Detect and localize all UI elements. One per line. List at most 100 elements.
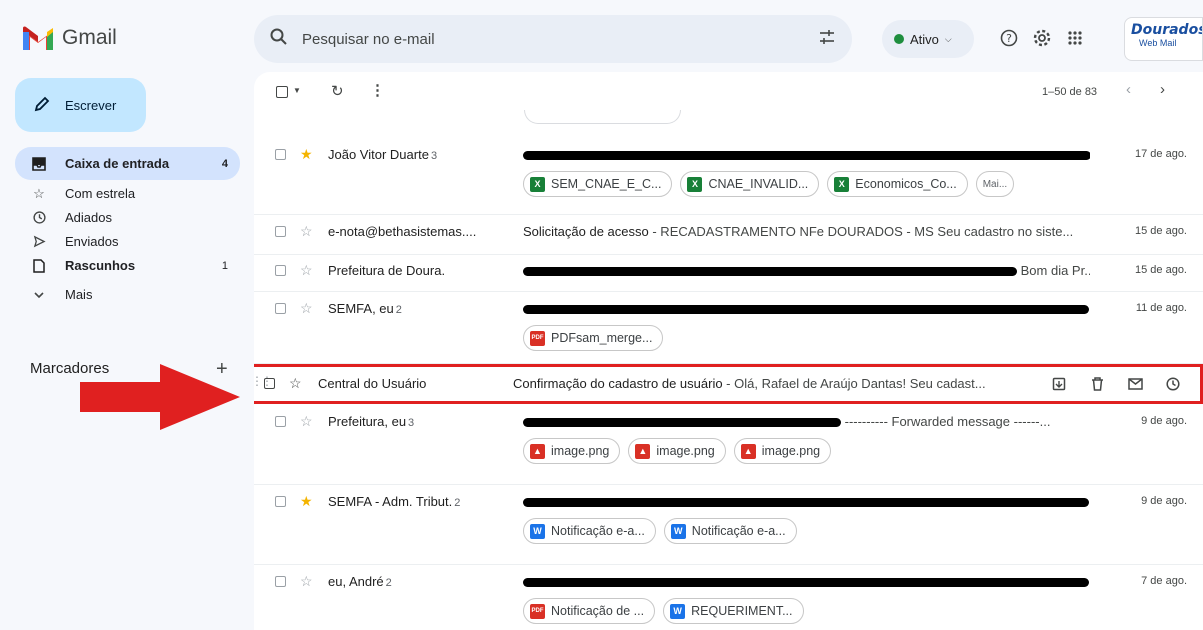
- row-checkbox[interactable]: [264, 378, 275, 389]
- snooze-clock-icon[interactable]: [1164, 375, 1182, 393]
- row-checkbox[interactable]: [275, 303, 286, 314]
- star-icon: ☆: [33, 185, 45, 201]
- email-subject: Confirmação do cadastro de usuário - Olá…: [513, 376, 986, 391]
- attachment-chip[interactable]: ▲ image.png: [523, 438, 621, 464]
- email-subject: [523, 147, 1090, 162]
- clock-icon: [31, 211, 47, 224]
- email-date: 7 de ago.: [1141, 575, 1187, 587]
- account-brand-logo[interactable]: Dourados Web Mail: [1124, 17, 1203, 61]
- search-options-icon[interactable]: [818, 28, 836, 51]
- apps-grid-icon[interactable]: [1062, 25, 1088, 51]
- row-checkbox[interactable]: [275, 149, 286, 160]
- gmail-logo[interactable]: Gmail: [22, 26, 117, 50]
- email-sender: SEMFA - Adm. Tribut. 2: [328, 494, 461, 509]
- search-icon[interactable]: [270, 28, 288, 51]
- attachment-chip[interactable]: W REQUERIMENT...: [663, 598, 804, 624]
- brand-subtitle: Web Mail: [1139, 38, 1177, 48]
- mark-unread-icon[interactable]: [1126, 375, 1144, 393]
- attachment-chip[interactable]: PDF PDFsam_merge...: [523, 325, 664, 351]
- more-vert-icon[interactable]: ⋮: [370, 81, 385, 99]
- select-all-checkbox[interactable]: [276, 86, 288, 98]
- email-subject: Solicitação de acesso - RECADASTRAMENTO …: [523, 224, 1074, 239]
- settings-gear-icon[interactable]: [1029, 25, 1055, 51]
- brand-title: Dourados: [1131, 22, 1203, 38]
- attachment-chip[interactable]: ▲ image.png: [733, 438, 832, 464]
- row-checkbox[interactable]: [275, 496, 286, 507]
- list-toolbar: ▼ ↻ ⋮ 1–50 de 83 ‹ ›: [254, 72, 1203, 112]
- attachment-chip[interactable]: W Notificação e-a...: [523, 518, 656, 544]
- image-file-icon: ▲: [740, 443, 756, 459]
- search-bar[interactable]: Pesquisar no e-mail: [254, 15, 852, 63]
- star-icon[interactable]: ☆: [300, 300, 313, 317]
- draft-icon: [31, 258, 47, 273]
- star-icon[interactable]: ☆: [300, 262, 313, 279]
- row-checkbox[interactable]: [275, 226, 286, 237]
- next-page-icon[interactable]: ›: [1160, 81, 1165, 98]
- word-file-icon: W: [670, 523, 686, 539]
- email-row-highlighted[interactable]: ⋮⋮ ☆ Central do Usuário Confirmação do c…: [254, 364, 1203, 404]
- attachment-chips: ▲ image.png ▲ image.png ▲ image.png: [523, 438, 832, 464]
- attachment-chip[interactable]: X SEM_CNAE_E_C...: [523, 171, 673, 197]
- row-hover-actions: [1050, 375, 1182, 393]
- email-row[interactable]: ☆ eu, André 2 7 de ago. PDF Notificação de…: [254, 567, 1203, 630]
- refresh-icon[interactable]: ↻: [331, 82, 344, 100]
- annotation-arrow-icon: [80, 364, 240, 435]
- select-caret-icon[interactable]: ▼: [293, 86, 301, 95]
- attachment-chip[interactable]: X CNAE_INVALID...: [680, 171, 820, 197]
- email-sender: Prefeitura de Doura.: [328, 263, 446, 278]
- email-sender: SEMFA, eu 2: [328, 301, 402, 316]
- star-icon[interactable]: ★: [300, 146, 313, 163]
- star-icon[interactable]: ☆: [300, 413, 313, 430]
- excel-file-icon: X: [834, 176, 850, 192]
- email-date: 15 de ago.: [1135, 264, 1187, 276]
- email-row[interactable]: ☆ SEMFA, eu 2 11 de ago. PDF PDFsam_merge.…: [254, 294, 1203, 364]
- email-sender: eu, André 2: [328, 574, 392, 589]
- star-icon[interactable]: ☆: [300, 223, 313, 240]
- email-row[interactable]: ☆ e-nota@bethasistemas.... Solicitação d…: [254, 217, 1203, 255]
- attachment-chip[interactable]: W Notificação e-a...: [663, 518, 797, 544]
- email-row[interactable]: ☆ Prefeitura, eu 3 ---------- Forwarded m…: [254, 407, 1203, 485]
- sidebar-item-label: Com estrela: [65, 186, 136, 201]
- search-input[interactable]: Pesquisar no e-mail: [302, 31, 818, 48]
- email-row[interactable]: ★ João Vitor Duarte 3 17 de ago. X SEM_CNA…: [254, 140, 1203, 215]
- email-subject: ---------- Forwarded message ------...: [523, 414, 1090, 429]
- attachment-chip[interactable]: ▲ image.png: [628, 438, 726, 464]
- star-icon[interactable]: ☆: [289, 375, 302, 392]
- svg-text:?: ?: [1006, 32, 1012, 45]
- email-row[interactable]: ★ SEMFA - Adm. Tribut. 2 9 de ago. W Notif…: [254, 487, 1203, 565]
- sidebar-item-label: Mais: [65, 287, 93, 302]
- sidebar-item-sent[interactable]: Enviados: [15, 230, 240, 253]
- row-checkbox[interactable]: [275, 416, 286, 427]
- excel-file-icon: X: [530, 176, 545, 192]
- chevron-down-icon: [31, 291, 47, 299]
- sidebar-item-more[interactable]: Mais: [15, 283, 240, 306]
- redaction-mark: [523, 305, 1089, 315]
- email-sender: João Vitor Duarte 3: [328, 147, 438, 162]
- row-checkbox[interactable]: [275, 265, 286, 276]
- attachment-chip[interactable]: X Economicos_Co...: [827, 171, 968, 197]
- pdf-file-icon: PDF: [530, 330, 545, 346]
- more-attachments-chip[interactable]: Mai...: [975, 171, 1015, 197]
- delete-icon[interactable]: [1088, 375, 1106, 393]
- sidebar-item-inbox[interactable]: Caixa de entrada 4: [15, 147, 240, 180]
- app-name: Gmail: [62, 26, 117, 49]
- star-icon[interactable]: ☆: [300, 573, 313, 590]
- row-checkbox[interactable]: [275, 576, 286, 587]
- archive-icon[interactable]: [1050, 375, 1068, 393]
- unread-count: 4: [221, 157, 228, 170]
- help-icon[interactable]: ?: [996, 25, 1022, 51]
- pdf-file-icon: PDF: [530, 603, 545, 619]
- sidebar-item-snoozed[interactable]: Adiados: [15, 206, 240, 229]
- compose-button[interactable]: Escrever: [15, 78, 146, 132]
- sidebar-item-drafts[interactable]: Rascunhos 1: [15, 254, 240, 277]
- star-icon[interactable]: ★: [300, 493, 313, 510]
- email-row[interactable]: ☆ Prefeitura de Doura. Bom dia Pr... 15 …: [254, 256, 1203, 292]
- status-selector[interactable]: Ativo ⌵: [882, 20, 974, 58]
- email-subject: [523, 574, 1090, 589]
- sidebar-item-starred[interactable]: ☆ Com estrela: [15, 182, 240, 205]
- redaction-mark: [523, 267, 1017, 277]
- prev-page-icon[interactable]: ‹: [1126, 81, 1131, 98]
- attachment-chip[interactable]: PDF Notificação de ...: [523, 598, 656, 624]
- sidebar-item-label: Enviados: [65, 234, 119, 249]
- excel-file-icon: X: [687, 176, 703, 192]
